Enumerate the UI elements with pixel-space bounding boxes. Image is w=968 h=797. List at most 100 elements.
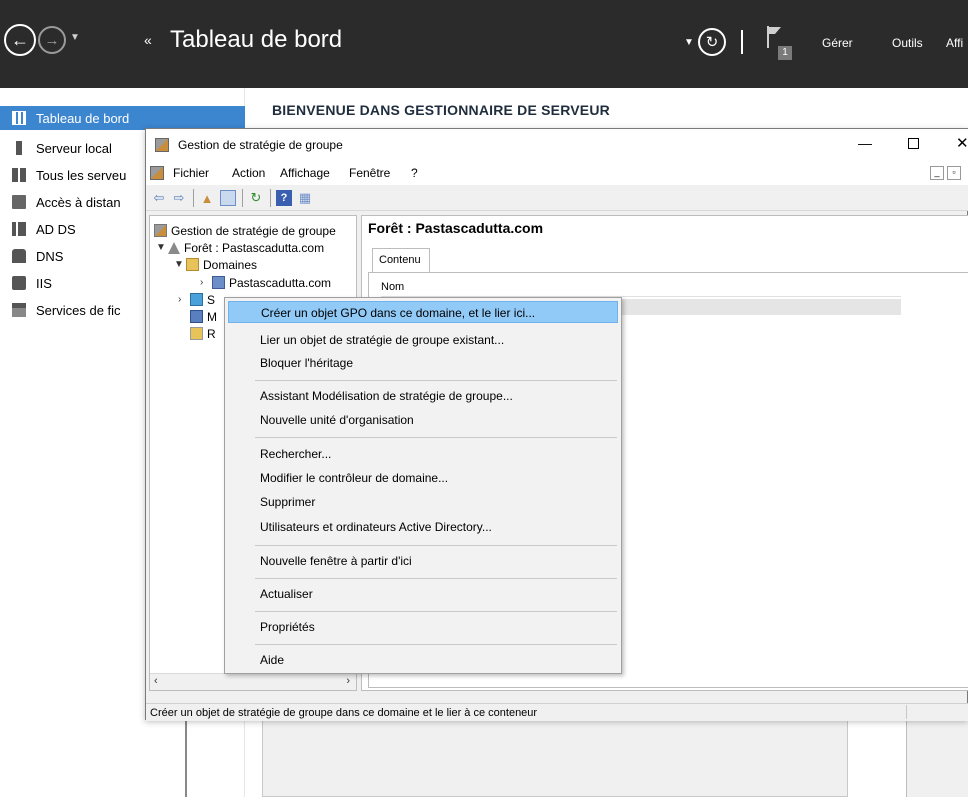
sites-icon (190, 293, 203, 306)
menu-view[interactable]: Affi (946, 36, 963, 50)
tree-node-results[interactable]: R (190, 325, 216, 342)
refresh-icon[interactable]: ↻ (698, 28, 726, 56)
chevron-down-icon[interactable]: ▼ (174, 259, 186, 270)
tab-contents[interactable]: Contenu (372, 248, 430, 272)
tree-node-label: Gestion de stratégie de groupe (171, 223, 336, 238)
maximize-icon[interactable] (908, 138, 919, 149)
tree-node-label: Forêt : Pastascadutta.com (184, 240, 325, 255)
child-minimize-icon[interactable]: _ (930, 166, 944, 180)
menu-separator (255, 545, 617, 546)
menu-item-modeling-wizard[interactable]: Assistant Modélisation de stratégie de g… (228, 385, 618, 407)
menu-item-properties[interactable]: Propriétés (228, 616, 618, 638)
status-bar: Créer un objet de stratégie de groupe da… (146, 703, 968, 721)
show-hide-tree-icon[interactable] (220, 190, 236, 206)
menu-tools[interactable]: Outils (892, 36, 923, 50)
menu-item-new-window[interactable]: Nouvelle fenêtre à partir d'ici (228, 550, 618, 572)
up-folder-icon[interactable]: ▲ (199, 190, 215, 206)
tree-node-modeling[interactable]: M (190, 308, 217, 325)
menu-separator (255, 644, 617, 645)
menu-item-delete[interactable]: Supprimer (228, 491, 618, 513)
close-icon[interactable]: ✕ (956, 134, 968, 152)
sidebar-item-label: Serveur local (36, 140, 112, 156)
menu-window[interactable]: Fenêtre (349, 166, 390, 180)
notification-count-badge: 1 (778, 46, 792, 60)
iis-icon (12, 276, 26, 290)
scroll-left-icon[interactable]: ‹ (154, 675, 158, 687)
history-dropdown-icon[interactable]: ▼ (70, 32, 80, 43)
menu-action[interactable]: Action (232, 166, 265, 180)
sidebar-item-label: Services de fic (36, 302, 121, 318)
help-icon[interactable]: ? (276, 190, 292, 206)
window-title: Gestion de stratégie de groupe (178, 138, 343, 152)
page-title: Tableau de bord (170, 26, 343, 53)
toolbar-divider (193, 189, 194, 207)
remote-access-icon (12, 195, 26, 209)
child-restore-icon[interactable]: ▫ (947, 166, 961, 180)
forward-arrow-icon[interactable]: ⇨ (171, 190, 187, 206)
menu-item-aduc[interactable]: Utilisateurs et ordinateurs Active Direc… (228, 516, 618, 538)
status-divider (906, 705, 907, 719)
dns-icon (12, 249, 26, 263)
menu-item-help[interactable]: Aide (228, 649, 618, 671)
folder-icon (186, 258, 199, 271)
breadcrumb-chevron-icon: « (144, 32, 152, 48)
menu-item-create-gpo[interactable]: Créer un objet GPO dans ce domaine, et l… (228, 301, 618, 323)
sidebar-item-dashboard[interactable]: Tableau de bord (0, 106, 245, 130)
notifications-flag-icon[interactable]: 1 (766, 26, 792, 62)
console-icon[interactable] (150, 166, 164, 180)
tree-node-label: Pastascadutta.com (229, 275, 332, 290)
gpmc-app-icon (155, 138, 169, 152)
chevron-right-icon[interactable]: › (200, 277, 212, 288)
menu-view[interactable]: Affichage (280, 166, 330, 180)
tree-node-label: S (207, 292, 216, 307)
results-icon (190, 327, 203, 340)
background-panel (906, 720, 968, 797)
menu-help[interactable]: ? (411, 166, 418, 180)
menu-item-refresh[interactable]: Actualiser (228, 583, 618, 605)
tree-node-forest[interactable]: ▼ Forêt : Pastascadutta.com (156, 239, 324, 256)
menu-separator (255, 437, 617, 438)
context-menu: Créer un objet GPO dans ce domaine, et l… (224, 297, 622, 674)
tree-node-domains[interactable]: ▼ Domaines (174, 256, 257, 273)
chevron-down-icon[interactable]: ▼ (156, 242, 168, 253)
dashboard-icon (12, 111, 26, 125)
background-panel (262, 720, 848, 797)
details-header: Forêt : Pastascadutta.com (368, 220, 544, 236)
toolbar-divider (270, 189, 271, 207)
action-pane-icon[interactable]: ▦ (297, 190, 313, 206)
sidebar-item-label: IIS (36, 275, 52, 291)
menu-separator (255, 611, 617, 612)
welcome-heading: BIENVENUE DANS GESTIONNAIRE DE SERVEUR (272, 102, 610, 118)
tree-node-domain[interactable]: › Pastascadutta.com (200, 274, 331, 291)
menu-item-new-ou[interactable]: Nouvelle unité d'organisation (228, 409, 618, 431)
gpmc-icon (154, 224, 167, 237)
dropdown-icon[interactable]: ▼ (684, 37, 694, 48)
menu-item-block-inheritance[interactable]: Bloquer l'héritage (228, 352, 618, 374)
menu-file[interactable]: Fichier (173, 166, 209, 180)
menu-manage[interactable]: Gérer (822, 36, 853, 50)
domain-icon (212, 276, 225, 289)
column-header-name[interactable]: Nom (381, 281, 901, 297)
background-divider (185, 720, 187, 797)
menu-bar: Fichier Action Affichage Fenêtre ? _ ▫ (146, 161, 968, 185)
menu-item-search[interactable]: Rechercher... (228, 443, 618, 465)
toolbar: ⇦ ⇨ ▲ ↻ ? ▦ (146, 185, 968, 211)
menu-separator (255, 380, 617, 381)
file-services-icon (12, 303, 26, 317)
tree-horizontal-scrollbar[interactable]: ‹ › (150, 673, 356, 690)
toolbar-divider (242, 189, 243, 207)
forward-arrow-icon[interactable]: → (38, 26, 66, 54)
scroll-right-icon[interactable]: › (346, 675, 350, 687)
tree-node-sites[interactable]: › S (178, 291, 215, 308)
refresh-icon[interactable]: ↻ (248, 190, 264, 206)
back-arrow-icon[interactable]: ← (4, 24, 36, 56)
menu-item-change-dc[interactable]: Modifier le contrôleur de domaine... (228, 467, 618, 489)
chevron-right-icon[interactable]: › (178, 294, 190, 305)
ad-ds-icon (12, 222, 26, 236)
minimize-icon[interactable]: — (858, 135, 872, 151)
back-arrow-icon[interactable]: ⇦ (151, 190, 167, 206)
window-titlebar[interactable]: Gestion de stratégie de groupe — ✕ (146, 129, 968, 161)
menu-item-link-gpo[interactable]: Lier un objet de stratégie de groupe exi… (228, 329, 618, 351)
tree-node-gpm-root[interactable]: Gestion de stratégie de groupe (154, 222, 336, 239)
server-icon (16, 141, 22, 155)
